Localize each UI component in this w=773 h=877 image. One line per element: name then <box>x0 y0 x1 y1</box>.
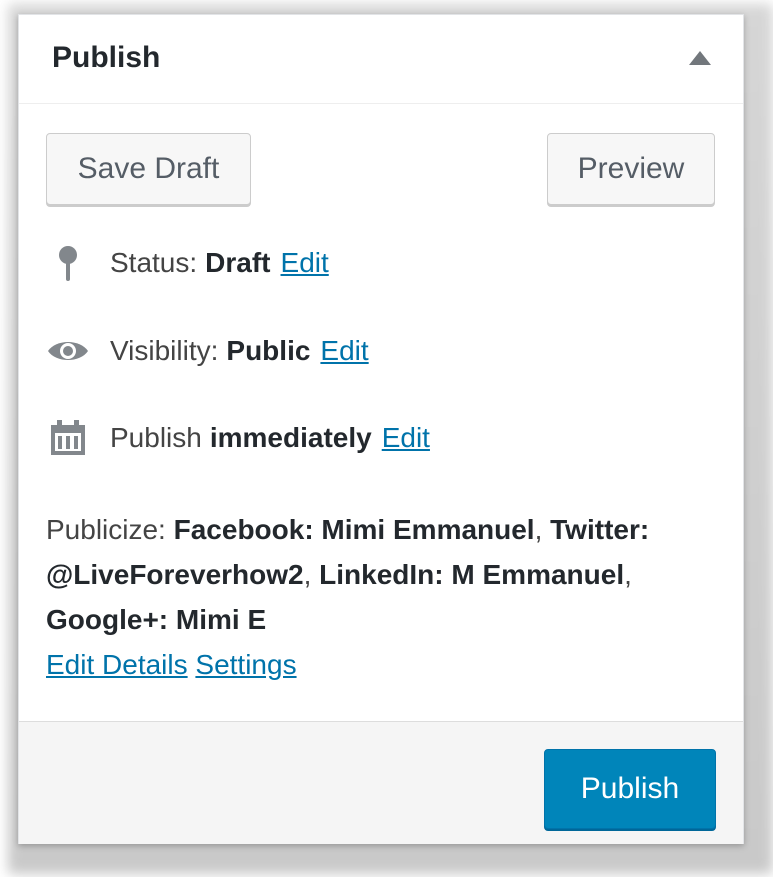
publicize-links: Edit Details Settings <box>46 642 706 687</box>
schedule-edit-link[interactable]: Edit <box>382 422 430 454</box>
status-label: Status: <box>110 247 198 278</box>
publicize-label: Publicize: <box>46 514 166 545</box>
publicize-linkedin: LinkedIn: M Emmanuel <box>319 559 625 590</box>
status-edit-link[interactable]: Edit <box>281 247 329 279</box>
eye-icon <box>46 331 90 371</box>
schedule-label: Publish <box>110 422 202 453</box>
settings-link[interactable]: Settings <box>195 649 296 680</box>
publicize-section: Publicize: Facebook: Mimi Emmanuel, Twit… <box>46 507 706 687</box>
panel-footer: Publish <box>19 721 743 844</box>
publicize-googleplus: Google+: Mimi E <box>46 604 267 635</box>
visibility-edit-link[interactable]: Edit <box>320 335 368 367</box>
panel-header: Publish <box>19 15 743 104</box>
save-draft-button[interactable]: Save Draft <box>46 133 251 205</box>
publicize-facebook: Facebook: Mimi Emmanuel <box>173 514 535 545</box>
status-row: Status: Draft Edit <box>46 243 329 283</box>
publish-panel: Publish Save Draft Preview Status: Draft… <box>18 14 744 844</box>
visibility-label: Visibility: <box>110 335 219 366</box>
publish-button[interactable]: Publish <box>544 749 716 829</box>
visibility-value: Public <box>226 335 311 366</box>
calendar-icon <box>46 418 90 458</box>
preview-button[interactable]: Preview <box>547 133 715 205</box>
schedule-value: immediately <box>209 422 372 453</box>
panel-title: Publish <box>52 41 161 74</box>
visibility-row: Visibility: Public Edit <box>46 331 369 371</box>
pin-icon <box>46 243 90 283</box>
schedule-row: Publish immediately Edit <box>46 418 430 458</box>
edit-details-link[interactable]: Edit Details <box>46 649 188 680</box>
collapse-toggle-icon[interactable] <box>689 51 711 65</box>
status-value: Draft <box>205 247 271 278</box>
